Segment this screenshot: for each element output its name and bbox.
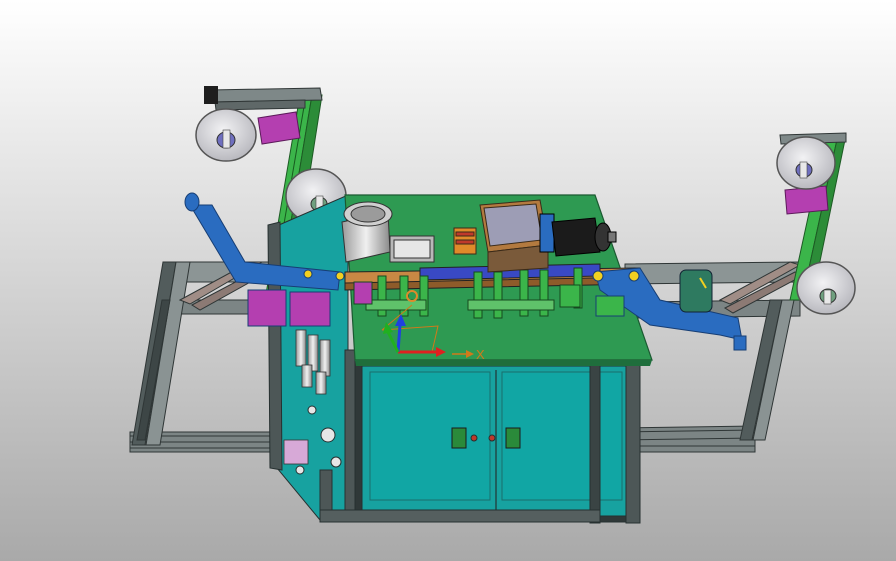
right-lower-reel[interactable]: [796, 261, 856, 315]
machine-model-scene[interactable]: X: [0, 0, 896, 561]
triad-x-label: X: [476, 347, 485, 362]
right-cylinder[interactable]: [679, 269, 713, 313]
cad-3d-viewport[interactable]: X: [0, 0, 896, 561]
triad-z-arrow: [396, 324, 402, 353]
